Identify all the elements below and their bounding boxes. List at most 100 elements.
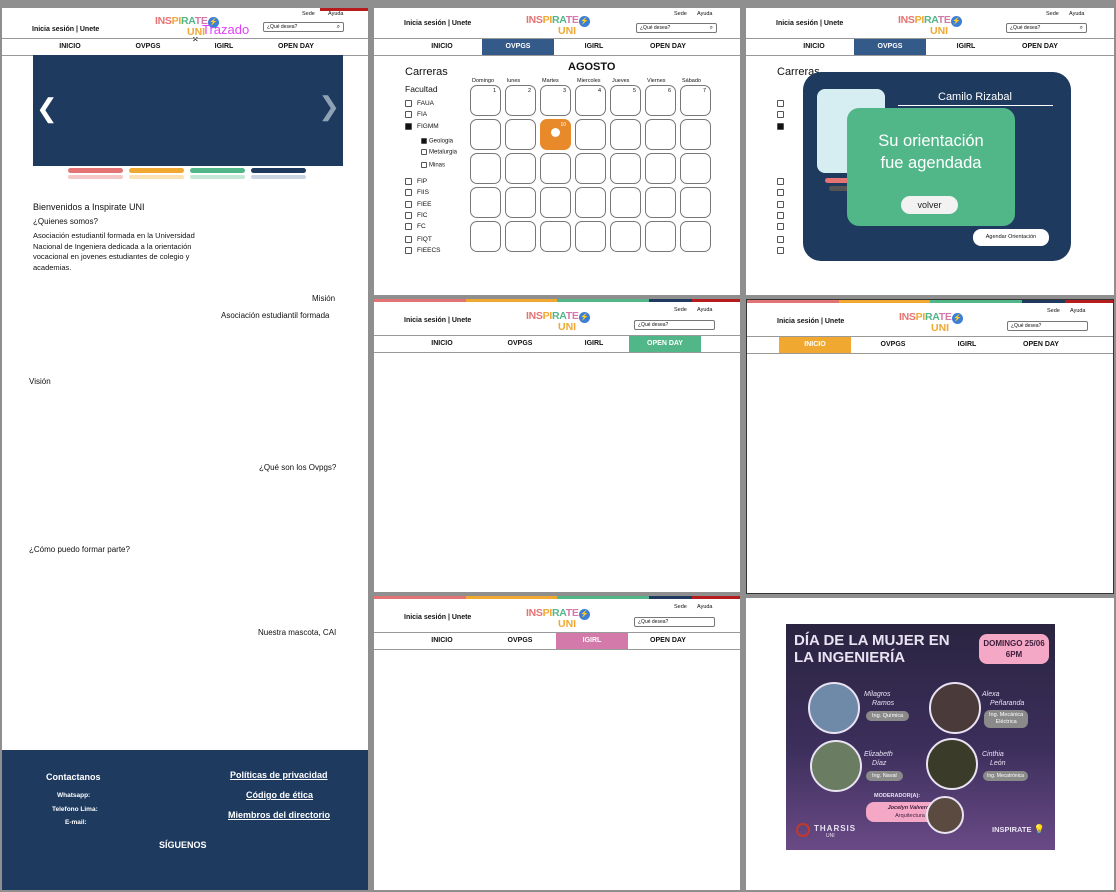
search-input[interactable]: ¿Qué desea? ⌕ [1006, 23, 1087, 33]
nav-ovpgs[interactable]: OVPGS [112, 39, 184, 55]
checkbox-icon[interactable] [405, 178, 412, 185]
calendar-day-cell[interactable]: 3 [540, 85, 571, 116]
sede-link[interactable]: Sede [1046, 11, 1059, 17]
calendar-day-cell[interactable] [470, 221, 501, 252]
privacy-link[interactable]: Políticas de privacidad [230, 770, 328, 780]
checkbox-icon[interactable] [405, 247, 412, 254]
calendar-day-cell[interactable] [680, 153, 711, 184]
subfaculty-checkbox-geologia[interactable]: Geologia [421, 138, 453, 145]
nav-inicio[interactable]: INICIO [406, 336, 478, 352]
logo[interactable]: INSPIRATE UNI ⚡ [899, 311, 979, 339]
checkbox-icon[interactable] [421, 149, 427, 155]
nav-inicio[interactable]: INICIO [34, 39, 106, 55]
faculty-checkbox-fiqt[interactable]: FIQT [405, 236, 432, 243]
search-input[interactable]: ¿Qué desea? [634, 617, 715, 627]
calendar-day-cell[interactable] [505, 221, 536, 252]
nav-inicio[interactable]: INICIO [778, 39, 850, 55]
calendar-day-cell[interactable] [610, 187, 641, 218]
nav-inicio[interactable]: INICIO [406, 39, 478, 55]
calendar-day-cell[interactable] [645, 221, 676, 252]
login-link[interactable]: Inicia sesión | Unete [404, 317, 471, 324]
calendar-day-cell[interactable]: 7 [680, 85, 711, 116]
calendar-day-cell[interactable] [680, 119, 711, 150]
nav-open-day[interactable]: OPEN DAY [260, 39, 332, 55]
calendar-day-cell[interactable] [575, 119, 606, 150]
search-icon[interactable]: ⌕ [337, 23, 340, 31]
checkbox-icon[interactable] [405, 100, 412, 107]
checkbox-icon[interactable] [421, 138, 427, 144]
event-poster[interactable]: DÍA DE LA MUJER EN LA INGENIERÍA DOMINGO… [786, 624, 1055, 850]
nav-open-day[interactable]: OPEN DAY [632, 633, 704, 649]
ethics-link[interactable]: Código de ética [246, 790, 313, 800]
ayuda-link[interactable]: Ayuda [697, 11, 713, 17]
calendar-day-cell[interactable] [470, 153, 501, 184]
calendar-day-cell[interactable] [575, 187, 606, 218]
nav-igirl[interactable]: IGIRL [188, 39, 260, 55]
search-input[interactable]: ¿Qué desea? ⌕ [263, 22, 344, 32]
calendar-day-cell[interactable] [575, 221, 606, 252]
search-icon[interactable]: ⌕ [710, 24, 713, 32]
search-input[interactable]: ¿Qué desea? [1007, 321, 1088, 331]
calendar-day-cell[interactable]: 6 [645, 85, 676, 116]
checkbox-icon[interactable] [405, 189, 412, 196]
calendar-day-cell[interactable] [470, 187, 501, 218]
nav-ovpgs[interactable]: OVPGS [484, 633, 556, 649]
carousel-dot[interactable] [129, 168, 184, 173]
logo[interactable]: INSPIRATE UNI ⚡ [526, 607, 606, 635]
search-input[interactable]: ¿Qué desea? [634, 320, 715, 330]
login-link[interactable]: Inicia sesión | Unete [404, 20, 471, 27]
calendar-day-cell[interactable] [610, 119, 641, 150]
nav-igirl[interactable]: IGIRL [556, 633, 628, 649]
nav-open-day[interactable]: OPEN DAY [1004, 39, 1076, 55]
login-link[interactable]: Inicia sesión | Unete [777, 318, 844, 325]
checkbox-icon[interactable] [405, 201, 412, 208]
calendar-day-cell[interactable] [505, 187, 536, 218]
checkbox-icon[interactable] [421, 162, 427, 168]
checkbox-icon[interactable] [405, 111, 412, 118]
calendar-day-cell[interactable]: 5 [610, 85, 641, 116]
calendar-day-cell[interactable] [540, 153, 571, 184]
faculty-checkbox-fip[interactable]: FIP [405, 178, 427, 185]
nav-igirl[interactable]: IGIRL [931, 337, 1003, 353]
login-link[interactable]: Inicia sesión | Unete [32, 26, 99, 33]
nav-inicio[interactable]: INICIO [779, 337, 851, 353]
search-input[interactable]: ¿Qué desea? ⌕ [636, 23, 717, 33]
back-button[interactable]: volver [901, 196, 958, 214]
calendar-day-cell[interactable]: 1 [470, 85, 501, 116]
nav-igirl[interactable]: IGIRL [558, 336, 630, 352]
calendar-day-cell[interactable] [645, 187, 676, 218]
nav-ovpgs[interactable]: OVPGS [854, 39, 926, 55]
nav-open-day[interactable]: OPEN DAY [629, 336, 701, 352]
checkbox-icon[interactable] [405, 236, 412, 243]
calendar-day-cell-event[interactable]: 10 [540, 119, 571, 150]
login-link[interactable]: Inicia sesión | Unete [776, 20, 843, 27]
calendar-day-cell[interactable] [575, 153, 606, 184]
ayuda-link[interactable]: Ayuda [697, 604, 713, 610]
nav-open-day[interactable]: OPEN DAY [632, 39, 704, 55]
faculty-checkbox-fic[interactable]: FIC [405, 212, 427, 219]
ayuda-link[interactable]: Ayuda [1069, 11, 1085, 17]
calendar-day-cell[interactable] [470, 119, 501, 150]
carousel-dot[interactable] [190, 168, 245, 173]
subfaculty-checkbox-metalurgia[interactable]: Metalurgia [421, 149, 457, 156]
directory-link[interactable]: Miembros del directorio [228, 810, 330, 820]
calendar-day-cell[interactable] [645, 153, 676, 184]
faculty-checkbox-fia[interactable]: FIA [405, 111, 427, 118]
ayuda-link[interactable]: Ayuda [328, 11, 344, 17]
sede-link[interactable]: Sede [302, 11, 315, 17]
faculty-checkbox-fiee[interactable]: FIEE [405, 201, 431, 208]
nav-ovpgs[interactable]: OVPGS [482, 39, 554, 55]
nav-open-day[interactable]: OPEN DAY [1005, 337, 1077, 353]
ayuda-link[interactable]: Ayuda [697, 307, 713, 313]
carousel-dot[interactable] [251, 168, 306, 173]
faculty-checkbox-figmm[interactable]: FIGMM [405, 123, 439, 130]
faculty-checkbox-fc[interactable]: FC [405, 223, 426, 230]
checkbox-icon[interactable] [405, 212, 412, 219]
faculty-checkbox-faua[interactable]: FAUA [405, 100, 434, 107]
nav-ovpgs[interactable]: OVPGS [484, 336, 556, 352]
calendar-day-cell[interactable]: 2 [505, 85, 536, 116]
calendar-day-cell[interactable] [540, 221, 571, 252]
chevron-left-icon[interactable]: ❮ [36, 93, 58, 124]
nav-igirl[interactable]: IGIRL [558, 39, 630, 55]
nav-ovpgs[interactable]: OVPGS [857, 337, 929, 353]
